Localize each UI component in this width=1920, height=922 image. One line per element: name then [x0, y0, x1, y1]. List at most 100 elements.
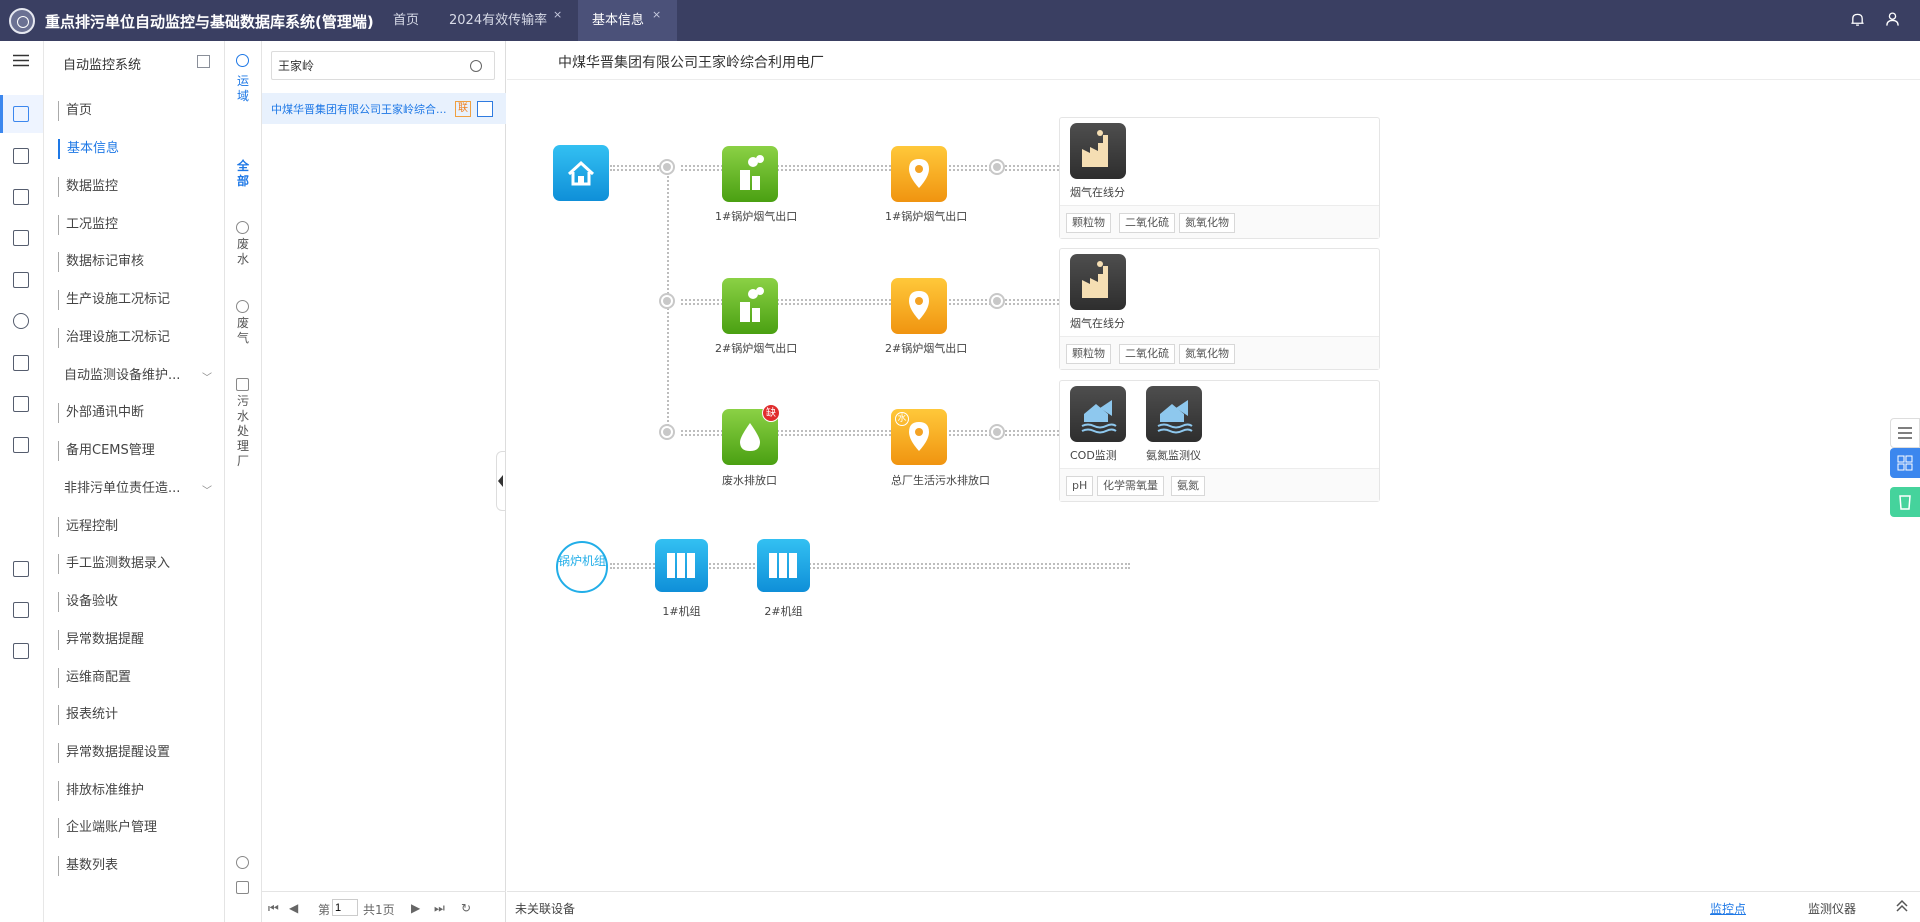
statistics-icon[interactable]	[13, 602, 29, 618]
menu-item-data-monitor[interactable]: 数据监控	[58, 177, 118, 197]
menu-item-data-mark-review[interactable]: 数据标记审核	[58, 252, 144, 272]
menu-item-treatment-mark[interactable]: 治理设施工况标记	[58, 328, 170, 348]
top-bar: 重点排污单位自动监控与基础数据库系统(管理端) 首页 2024有效传输率 × 基本…	[0, 0, 1920, 41]
instrument-label: COD监测	[1070, 449, 1117, 462]
chevron-down-icon[interactable]: ﹀	[202, 482, 212, 497]
dashboard-icon[interactable]	[13, 561, 29, 577]
tag: 氮氧化物	[1179, 344, 1235, 364]
page-input[interactable]	[332, 899, 358, 916]
first-page-icon[interactable]: ⏮	[268, 901, 279, 916]
menu-item-abnormal-alert[interactable]: 异常数据提醒	[58, 630, 144, 650]
boiler-unit-node[interactable]: 锅炉机组	[556, 541, 608, 593]
company-node[interactable]	[553, 145, 609, 201]
junction-node	[989, 424, 1005, 440]
unit-node[interactable]	[655, 539, 708, 592]
menu-item-home[interactable]: 首页	[58, 101, 92, 121]
next-page-icon[interactable]: ▶	[411, 901, 420, 915]
data-list-icon[interactable]	[13, 148, 29, 164]
company-title: 中煤华晋集团有限公司王家岭综合利用电厂	[558, 55, 824, 71]
unit-label: 2#机组	[764, 605, 803, 618]
calendar-icon[interactable]	[13, 437, 29, 453]
unlinked-devices[interactable]: 未关联设备	[515, 900, 575, 917]
monitor-point-node[interactable]	[891, 278, 947, 334]
category-wastewater[interactable]: 废水	[235, 237, 251, 267]
menu-item-condition-monitor[interactable]: 工况监控	[58, 215, 118, 235]
collapse-menu-icon[interactable]	[197, 55, 210, 68]
chevron-down-icon[interactable]: ﹀	[202, 369, 212, 384]
close-icon[interactable]: ×	[553, 0, 562, 35]
list-item[interactable]: 中煤华晋集团有限公司王家岭综合... 联	[262, 93, 506, 124]
outlet-label: 2#锅炉烟气出口	[715, 342, 798, 355]
prev-page-icon[interactable]: ◀	[289, 901, 298, 915]
grid-view-icon[interactable]	[1890, 448, 1920, 478]
unit-node[interactable]	[757, 539, 810, 592]
category-exhaust[interactable]: 废气	[235, 316, 251, 346]
close-icon[interactable]: ×	[652, 0, 661, 35]
category-all[interactable]: 全部	[235, 159, 251, 189]
menu-item-manual-entry[interactable]: 手工监测数据录入	[58, 554, 170, 574]
collapse-panel-handle[interactable]	[496, 451, 506, 511]
screen-icon[interactable]	[13, 355, 29, 371]
tab-home[interactable]: 首页	[393, 0, 419, 41]
report-icon[interactable]	[13, 230, 29, 246]
menu-item-basic-info[interactable]: 基本信息	[58, 139, 119, 159]
menu-item-backup-cems[interactable]: 备用CEMS管理	[58, 441, 155, 461]
tab-transmission-rate[interactable]: 2024有效传输率 ×	[449, 0, 562, 41]
menu-item-acceptance[interactable]: 设备验收	[58, 592, 118, 612]
menu-item-comm-interrupt[interactable]: 外部通讯中断	[58, 403, 144, 423]
stack-outlet-node[interactable]	[722, 278, 778, 334]
alarm-icon[interactable]	[13, 189, 29, 205]
user-icon[interactable]	[1885, 11, 1900, 27]
menu-item-device-maintenance[interactable]: 自动监测设备维护...	[64, 366, 180, 386]
search-icon[interactable]	[470, 60, 482, 72]
menu-item-standard-maintain[interactable]: 排放标准维护	[58, 781, 144, 801]
tab-monitor-points[interactable]: 监控点	[1710, 900, 1746, 917]
category-sewage-plant[interactable]: 污水处理厂	[235, 394, 251, 469]
factory-icon[interactable]	[1070, 123, 1126, 179]
search-input[interactable]	[271, 51, 495, 80]
bottom-bar: 未关联设备 监控点 监测仪器	[507, 891, 1920, 922]
recycle-bin-icon[interactable]	[1890, 487, 1920, 517]
menu-item-report-stats[interactable]: 报表统计	[58, 705, 118, 725]
menu-item-vendor-config[interactable]: 运维商配置	[58, 668, 131, 688]
menu-item-non-polluter[interactable]: 非排污单位责任造...	[64, 479, 180, 499]
monitor-point-node[interactable]	[891, 146, 947, 202]
menu-icon[interactable]	[13, 54, 29, 67]
water-monitor-icon[interactable]	[1070, 386, 1126, 442]
search-doc-icon[interactable]	[13, 272, 29, 288]
bell-icon[interactable]	[1850, 12, 1865, 27]
monitor-chart-icon[interactable]	[13, 106, 29, 122]
category-region[interactable]: 运域	[235, 74, 251, 104]
menu-item-base-list[interactable]: 基数列表	[58, 856, 118, 876]
tag: 二氧化硫	[1119, 213, 1175, 233]
instrument-card: COD监测 氨氮监测仪 pH 化学需氧量 氨氮	[1059, 380, 1380, 502]
chevron-up-icon[interactable]	[1894, 898, 1910, 914]
card-icon[interactable]	[13, 396, 29, 412]
card-tags: 颗粒物 二氧化硫 氮氧化物	[1060, 205, 1379, 238]
menu-item-account-mgmt[interactable]: 企业端账户管理	[58, 818, 157, 838]
divider	[507, 79, 1920, 80]
house-wave-icon	[1157, 400, 1193, 434]
factory-icon[interactable]	[1070, 254, 1126, 310]
analysis-icon[interactable]	[13, 643, 29, 659]
instrument-label: 氨氮监测仪	[1146, 449, 1201, 462]
menu-item-alert-settings[interactable]: 异常数据提醒设置	[58, 743, 170, 763]
menu-item-remote-control[interactable]: 远程控制	[58, 517, 118, 537]
settings-icon[interactable]	[13, 313, 29, 329]
list-view-icon[interactable]	[1890, 418, 1920, 448]
menu-item-production-mark[interactable]: 生产设施工况标记	[58, 290, 170, 310]
tab-basic-info[interactable]: 基本信息 ×	[578, 0, 677, 41]
settings-doc-icon[interactable]	[236, 881, 249, 894]
list-icon[interactable]	[236, 856, 249, 869]
tab-instruments[interactable]: 监测仪器	[1808, 900, 1856, 917]
detail-icon[interactable]	[477, 101, 493, 117]
house-icon	[567, 160, 595, 186]
house-wave-icon	[1081, 400, 1117, 434]
stack-outlet-node[interactable]	[722, 146, 778, 202]
water-monitor-icon[interactable]	[1146, 386, 1202, 442]
last-page-icon[interactable]: ⏭	[434, 901, 445, 916]
server-icon	[667, 553, 695, 578]
refresh-icon[interactable]: ↻	[461, 901, 471, 915]
water-badge: 水	[895, 412, 909, 426]
page-total: 共1页	[363, 903, 395, 917]
